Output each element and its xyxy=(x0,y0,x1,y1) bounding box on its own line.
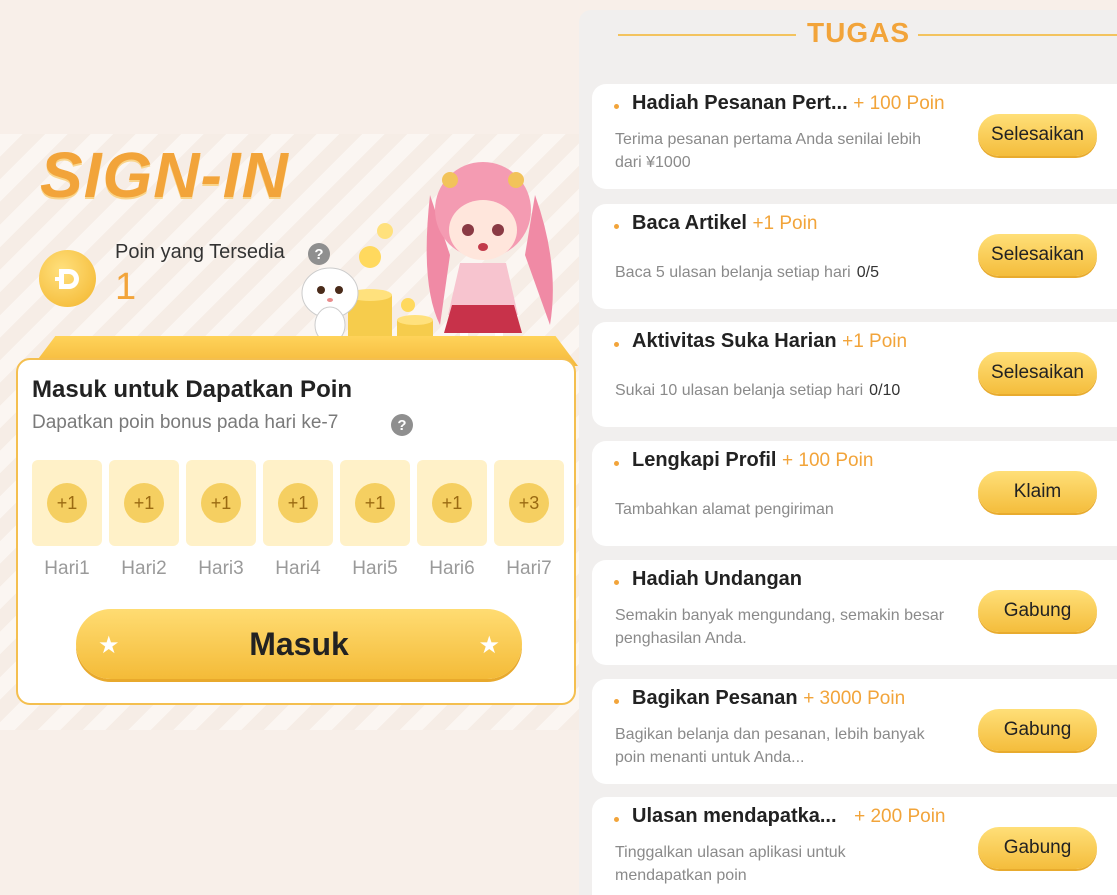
day-label: Hari2 xyxy=(121,558,167,579)
day-reward-cell: +1 xyxy=(32,460,102,546)
bullet-dot xyxy=(614,699,619,704)
task-desc: Tinggalkan ulasan aplikasi untuk mendapa… xyxy=(615,841,945,887)
question-icon[interactable]: ? xyxy=(391,414,413,436)
task-desc: Bagikan belanja dan pesanan, lebih banya… xyxy=(615,723,945,769)
task-card: Lengkapi Profil + 100 Poin Tambahkan ala… xyxy=(592,441,1117,546)
checkin-title: Masuk untuk Dapatkan Poin xyxy=(32,376,353,403)
day-label: Hari6 xyxy=(429,558,475,579)
bullet-dot xyxy=(614,104,619,109)
header-divider xyxy=(918,34,1117,36)
task-title: Hadiah Pesanan Pert... + 100 Poin xyxy=(632,92,945,115)
header-divider xyxy=(618,34,796,36)
day-reward-coin: +1 xyxy=(355,483,395,523)
task-title-text: Baca Artikel xyxy=(632,212,747,234)
task-title-text: Lengkapi Profil xyxy=(632,449,777,471)
day-reward-cell: +3 xyxy=(494,460,564,546)
star-icon: ★ xyxy=(478,632,500,659)
task-desc-text: Tambahkan alamat pengiriman xyxy=(615,501,834,518)
task-title: Hadiah Undangan xyxy=(632,568,802,591)
task-title-text: Hadiah Undangan xyxy=(632,568,803,590)
task-action-button[interactable]: Selesaikan xyxy=(978,352,1097,394)
task-points: +1 Poin xyxy=(842,331,908,352)
day-label: Hari1 xyxy=(44,558,90,579)
task-title: Aktivitas Suka Harian +1 Poin xyxy=(632,330,907,353)
day-reward-cell: +1 xyxy=(186,460,256,546)
coin-d-icon xyxy=(39,250,96,307)
task-card: Bagikan Pesanan + 3000 Poin Bagikan bela… xyxy=(592,679,1117,784)
day-label: Hari4 xyxy=(275,558,321,579)
day-reward-cell: +1 xyxy=(340,460,410,546)
bullet-dot xyxy=(614,224,619,229)
task-title: Baca Artikel +1 Poin xyxy=(632,212,817,235)
points-label: Poin yang Tersedia xyxy=(115,241,285,263)
task-desc-text: Semakin banyak mengundang, semakin besar… xyxy=(615,607,945,647)
day-label: Hari3 xyxy=(198,558,244,579)
checkin-subtitle: Dapatkan poin bonus pada hari ke-7 xyxy=(32,412,339,433)
task-card: Hadiah Pesanan Pert... + 100 Poin Terima… xyxy=(592,84,1117,189)
mascot-illustration xyxy=(301,162,553,353)
task-desc-text: Tinggalkan ulasan aplikasi untuk mendapa… xyxy=(615,844,846,884)
task-desc-text: Bagikan belanja dan pesanan, lebih banya… xyxy=(615,726,925,766)
bullet-dot xyxy=(614,461,619,466)
task-desc: Semakin banyak mengundang, semakin besar… xyxy=(615,604,945,650)
task-points: +1 Poin xyxy=(752,213,818,234)
day-reward-cell: +1 xyxy=(263,460,333,546)
points-value: 1 xyxy=(115,266,137,308)
task-desc: Baca 5 ulasan belanja setiap hari 0/5 xyxy=(615,261,945,284)
task-desc-text: Terima pesanan pertama Anda senilai lebi… xyxy=(615,131,921,171)
task-action-button[interactable]: Gabung xyxy=(978,709,1097,751)
bullet-dot xyxy=(614,580,619,585)
task-title: Ulasan mendapatka... + 200 Poin xyxy=(632,805,945,828)
task-desc: Terima pesanan pertama Anda senilai lebi… xyxy=(615,128,945,174)
masuk-button-label: Masuk xyxy=(249,625,349,662)
task-points: + 100 Poin xyxy=(782,450,874,471)
task-card: Baca Artikel +1 Poin Baca 5 ulasan belan… xyxy=(592,204,1117,309)
star-icon: ★ xyxy=(98,632,120,659)
task-points: + 3000 Poin xyxy=(803,688,906,709)
task-action-button[interactable]: Gabung xyxy=(978,590,1097,632)
task-action-button[interactable]: Gabung xyxy=(978,827,1097,869)
task-desc-text: Sukai 10 ulasan belanja setiap hari xyxy=(615,382,864,399)
day-reward-coin: +3 xyxy=(509,483,549,523)
bullet-dot xyxy=(614,342,619,347)
task-desc: Sukai 10 ulasan belanja setiap hari 0/10 xyxy=(615,379,945,402)
checkin-card: Masuk untuk Dapatkan Poin Dapatkan poin … xyxy=(16,358,576,705)
day-reward-coin: +1 xyxy=(47,483,87,523)
task-progress: 0/10 xyxy=(869,382,901,399)
signin-title: SIGN-IN xyxy=(40,139,289,211)
girl-mascot-icon xyxy=(426,162,553,351)
masuk-button[interactable]: ★ Masuk ★ xyxy=(76,609,522,679)
floating-coin-icon xyxy=(359,246,381,268)
task-title-text: Aktivitas Suka Harian xyxy=(632,330,837,352)
day-reward-coin: +1 xyxy=(278,483,318,523)
day-reward-coin: +1 xyxy=(432,483,472,523)
task-title: Lengkapi Profil + 100 Poin xyxy=(632,449,873,472)
task-action-button[interactable]: Selesaikan xyxy=(978,114,1097,156)
task-action-button[interactable]: Selesaikan xyxy=(978,234,1097,276)
task-title-text: Ulasan mendapatka... xyxy=(632,805,837,827)
task-desc-text: Baca 5 ulasan belanja setiap hari xyxy=(615,264,851,281)
floating-coin-icon xyxy=(377,223,393,239)
task-desc: Tambahkan alamat pengiriman xyxy=(615,498,945,521)
task-title-text: Bagikan Pesanan xyxy=(632,687,798,709)
tasks-header: TUGAS xyxy=(618,14,1117,54)
day-label: Hari7 xyxy=(506,558,552,579)
day-reward-coin: +1 xyxy=(124,483,164,523)
day-label: Hari5 xyxy=(352,558,398,579)
task-points: + 100 Poin xyxy=(853,93,945,114)
bullet-dot xyxy=(614,817,619,822)
task-title-text: Hadiah Pesanan Pert... xyxy=(632,92,848,114)
task-card: Ulasan mendapatka... + 200 Poin Tinggalk… xyxy=(592,797,1117,895)
tasks-title: TUGAS xyxy=(807,17,910,48)
task-card: Aktivitas Suka Harian +1 Poin Sukai 10 u… xyxy=(592,322,1117,427)
day-reward-cell: +1 xyxy=(417,460,487,546)
day-reward-coin: +1 xyxy=(201,483,241,523)
task-card: Hadiah Undangan Semakin banyak mengundan… xyxy=(592,560,1117,665)
task-progress: 0/5 xyxy=(856,264,879,281)
task-title: Bagikan Pesanan + 3000 Poin xyxy=(632,687,905,710)
task-action-button[interactable]: Klaim xyxy=(978,471,1097,513)
floating-coin-icon xyxy=(401,298,415,312)
task-points: + 200 Poin xyxy=(854,806,946,827)
day-reward-cell: +1 xyxy=(109,460,179,546)
